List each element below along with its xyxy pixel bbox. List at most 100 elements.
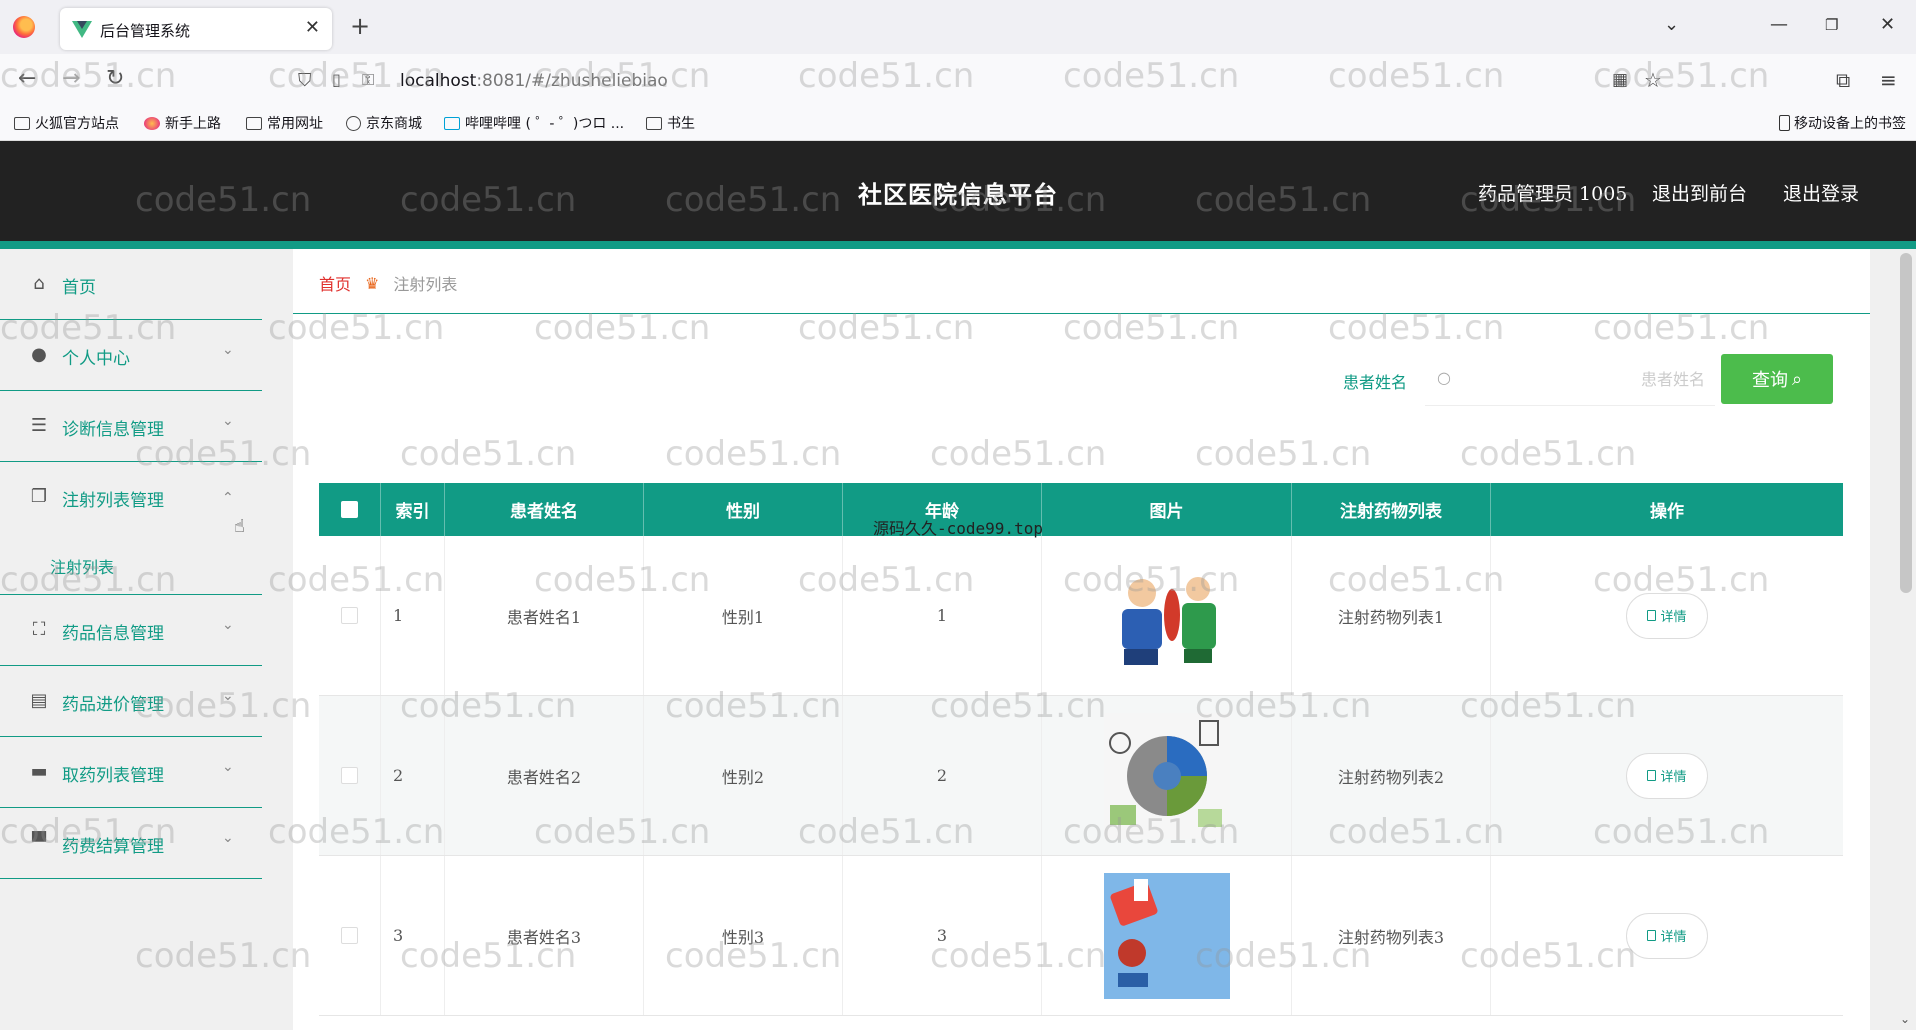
image-cell	[1042, 696, 1292, 855]
patient-image[interactable]	[1103, 712, 1230, 839]
sidebar-item-home[interactable]: ⌂ 首页	[0, 249, 262, 320]
globe-icon	[346, 115, 361, 131]
column-header[interactable]: 患者姓名	[445, 483, 644, 536]
breadcrumb-home[interactable]: 首页	[319, 271, 351, 295]
firefox-logo-icon[interactable]	[13, 16, 35, 38]
patient-image[interactable]	[1103, 872, 1230, 999]
restore-icon[interactable]: ❐	[1825, 16, 1838, 34]
page-icon[interactable]: ▯	[332, 70, 341, 89]
age-cell: 1	[843, 536, 1042, 695]
bookmark-item[interactable]: 书生	[646, 113, 695, 133]
action-cell: 详情	[1491, 536, 1843, 695]
clipboard-icon: ▤	[30, 690, 48, 711]
bookmark-item[interactable]: 京东商城	[346, 113, 422, 133]
detail-button[interactable]: 详情	[1626, 912, 1708, 959]
sidebar-item-billing[interactable]: ▀ 药费结算管理 ⌄	[0, 808, 262, 879]
browser-tab[interactable]: 后台管理系统 ✕	[60, 8, 332, 50]
query-button[interactable]: 查询 ⌕	[1721, 354, 1833, 404]
age-cell: 2	[843, 696, 1042, 855]
url-text[interactable]: localhost:8081/#/zhusheliebiao	[400, 71, 668, 91]
minimize-icon[interactable]: —	[1770, 14, 1788, 35]
chevron-up-icon: ⌃	[222, 490, 234, 506]
column-header[interactable]: 索引	[381, 483, 445, 536]
bookmark-item[interactable]: 火狐官方站点	[14, 113, 119, 133]
qr-code-icon[interactable]: ▦	[1612, 70, 1628, 90]
tab-title: 后台管理系统	[100, 22, 191, 40]
detail-button[interactable]: 详情	[1626, 752, 1708, 799]
exit-to-front-link[interactable]: 退出到前台	[1652, 179, 1747, 206]
document-icon	[1647, 770, 1657, 781]
reload-icon[interactable]: ↻	[106, 66, 124, 91]
action-cell: 详情	[1491, 856, 1843, 1015]
chevron-down-icon: ⌄	[222, 617, 234, 633]
patient-name-input[interactable]	[1465, 364, 1705, 394]
extensions-icon[interactable]: ⧉	[1836, 68, 1850, 92]
bookmark-item[interactable]: 哔哩哔哩 ( ゜- ゜)つロ ...	[444, 113, 624, 133]
sidebar-item-diagnosis[interactable]: ☰ 诊断信息管理 ⌄	[0, 391, 262, 462]
scrollbar-thumb[interactable]	[1900, 253, 1912, 593]
name-cell: 患者姓名1	[445, 536, 644, 695]
current-user: 药品管理员 1005	[1478, 183, 1628, 205]
drugs-cell: 注射药物列表1	[1292, 536, 1491, 695]
bookmark-item[interactable]: 新手上路	[144, 113, 221, 133]
age-cell: 3	[843, 856, 1042, 1015]
row-checkbox[interactable]	[341, 607, 358, 624]
user-icon: ●	[31, 344, 47, 365]
gender-cell: 性别1	[644, 536, 843, 695]
key-icon[interactable]: ⚿	[362, 70, 374, 90]
star-icon[interactable]: ☆	[1644, 68, 1662, 92]
close-tab-icon[interactable]: ✕	[305, 17, 320, 38]
row-select-cell	[319, 696, 381, 855]
search-field[interactable]: ○	[1425, 354, 1715, 406]
row-checkbox[interactable]	[341, 927, 358, 944]
monitor-icon: ▀	[32, 832, 46, 853]
page-scrollbar[interactable]: ⌄	[1896, 249, 1916, 1030]
new-tab-button[interactable]: +	[350, 12, 370, 40]
chevron-down-icon: ⌄	[222, 413, 234, 429]
drugs-cell: 注射药物列表3	[1292, 856, 1491, 1015]
menu-icon[interactable]: ≡	[1880, 68, 1897, 92]
sidebar-item-pickup-list[interactable]: ▬ 取药列表管理 ⌄	[0, 737, 262, 808]
shield-icon[interactable]: ⛉	[298, 70, 312, 91]
search-icon: ⌕	[1791, 368, 1803, 390]
sidebar-item-label: 注射列表管理	[62, 491, 164, 511]
column-header[interactable]: 图片	[1042, 483, 1292, 536]
table-row: 2 患者姓名2 性别2 2 注射药物列表2 详情	[319, 696, 1843, 856]
sidebar-item-drug-info[interactable]: ⛶ 药品信息管理 ⌄	[0, 595, 262, 666]
copy-icon: ❐	[30, 486, 48, 507]
scroll-down-icon[interactable]: ⌄	[1900, 1012, 1910, 1026]
row-checkbox[interactable]	[341, 767, 358, 784]
column-header[interactable]: 注射药物列表	[1292, 483, 1491, 536]
forward-icon[interactable]: →	[62, 66, 80, 91]
tab-list-chevron-icon[interactable]: ⌄	[1664, 14, 1679, 35]
sidebar-item-drug-price[interactable]: ▤ 药品进价管理 ⌄	[0, 666, 262, 737]
sidebar-item-label: 药品进价管理	[62, 695, 164, 715]
bookmark-item[interactable]: 常用网址	[246, 113, 323, 133]
search-label: 患者姓名	[1343, 373, 1408, 392]
chevron-down-icon: ⌄	[222, 342, 234, 358]
bilibili-icon	[444, 116, 460, 130]
column-header[interactable]: 性别	[644, 483, 843, 536]
app-title: 社区医院信息平台	[858, 180, 1058, 209]
action-cell: 详情	[1491, 696, 1843, 855]
back-icon[interactable]: ←	[18, 66, 36, 91]
detail-button[interactable]: 详情	[1626, 592, 1708, 639]
sidebar-item-personal-center[interactable]: ● 个人中心 ⌄	[0, 320, 262, 391]
chevron-down-icon: ⌄	[222, 830, 234, 846]
mobile-bookmarks[interactable]: 移动设备上的书签	[1779, 113, 1906, 133]
close-window-icon[interactable]: ✕	[1880, 14, 1895, 35]
gender-cell: 性别2	[644, 696, 843, 855]
image-cell	[1042, 856, 1292, 1015]
column-header[interactable]: 操作	[1491, 483, 1843, 536]
submenu-item-injection-list[interactable]: 注射列表	[50, 554, 114, 578]
sidebar-item-injection[interactable]: ❐ 注射列表管理 ⌃ 注射列表	[0, 462, 262, 595]
folder-icon	[14, 116, 30, 130]
search-icon: ○	[1437, 368, 1451, 387]
search-bar: 患者姓名 ○ 查询 ⌕	[293, 321, 1870, 416]
logout-link[interactable]: 退出登录	[1783, 179, 1859, 206]
breadcrumb: 首页 ♛ 注射列表	[319, 271, 457, 295]
patient-image[interactable]	[1103, 552, 1230, 679]
sidebar-item-label: 诊断信息管理	[62, 420, 164, 440]
select-all-checkbox[interactable]	[341, 501, 358, 518]
url-bar[interactable]: ⛉ ▯ ⚿ localhost:8081/#/zhusheliebiao ▦ ☆	[290, 62, 1670, 100]
